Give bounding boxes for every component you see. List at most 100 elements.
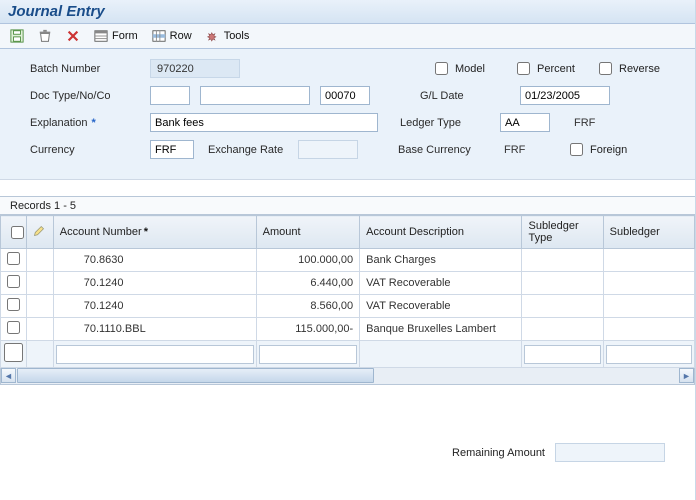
col-amount[interactable]: Amount [256,216,359,249]
row-account-description: VAT Recoverable [360,295,522,318]
tools-menu-label: Tools [224,30,250,42]
currency-input[interactable] [150,140,194,159]
row-account-number[interactable]: 70.1240 [53,272,256,295]
row-amount[interactable]: 8.560,00 [256,295,359,318]
row-subledger[interactable] [603,272,694,295]
model-checkbox-label: Model [455,63,485,75]
table-input-row[interactable] [1,341,695,368]
row-account-number[interactable]: 70.8630 [53,249,256,272]
row-edit-cell [27,318,53,341]
remaining-amount-value [555,443,665,462]
scroll-right-arrow[interactable]: ► [679,368,694,383]
exchange-rate-input[interactable] [298,140,358,159]
form-menu[interactable]: Form [92,28,140,44]
tools-menu[interactable]: Tools [204,28,252,44]
grid-header-row: Account Number* Amount Account Descripti… [1,216,695,249]
ledger-type-display: FRF [568,113,608,132]
ledger-type-label: Ledger Type [400,117,500,129]
row-amount[interactable]: 115.000,00- [256,318,359,341]
model-checkbox[interactable]: Model [431,59,513,78]
col-account-description[interactable]: Account Description [360,216,522,249]
table-row[interactable]: 70.1110.BBL115.000,00-Banque Bruxelles L… [1,318,695,341]
percent-checkbox[interactable]: Percent [513,59,595,78]
exchange-rate-label: Exchange Rate [208,144,298,156]
grid: Records 1 - 5 Account Number* Amount Acc… [0,196,695,385]
input-subledger[interactable] [603,341,694,368]
form-icon [94,29,108,43]
row-edit-cell [27,272,53,295]
row-amount[interactable]: 6.440,00 [256,272,359,295]
cancel-button[interactable] [64,28,82,44]
remaining-amount-label: Remaining Amount [452,447,545,459]
row-edit-cell [27,341,53,368]
doc-co-input[interactable] [320,86,370,105]
row-select[interactable] [1,295,27,318]
base-currency-value: FRF [498,140,538,159]
header-select-all[interactable] [1,216,27,249]
input-subledger-type[interactable] [522,341,603,368]
grid-records-label: Records 1 - 5 [0,196,695,215]
base-currency-label: Base Currency [398,144,498,156]
footer: Remaining Amount [0,443,695,462]
row-select[interactable] [1,249,27,272]
col-subledger[interactable]: Subledger [603,216,694,249]
delete-button[interactable] [36,28,54,44]
row-menu-label: Row [170,30,192,42]
grid-horizontal-scrollbar[interactable]: ◄ ► [0,368,695,385]
scroll-thumb[interactable] [17,368,374,383]
row-subledger[interactable] [603,295,694,318]
row-subledger[interactable] [603,318,694,341]
row-select[interactable] [1,318,27,341]
close-icon [66,29,80,43]
foreign-checkbox-label: Foreign [590,144,627,156]
foreign-checkbox[interactable]: Foreign [566,140,627,159]
toolbar: Form Row Tools [0,24,695,49]
doc-type-label: Doc Type/No/Co [30,90,150,102]
explanation-input[interactable] [150,113,378,132]
col-subledger-type[interactable]: Subledger Type [522,216,603,249]
percent-checkbox-label: Percent [537,63,575,75]
row-icon [152,29,166,43]
scroll-left-arrow[interactable]: ◄ [1,368,16,383]
batch-number-value: 970220 [150,59,240,78]
pencil-icon [33,225,45,237]
row-account-description: VAT Recoverable [360,272,522,295]
currency-label: Currency [30,144,150,156]
row-subledger-type[interactable] [522,295,603,318]
table-row[interactable]: 70.12406.440,00VAT Recoverable [1,272,695,295]
input-account-number[interactable] [53,341,256,368]
input-amount[interactable] [256,341,359,368]
header-form: Batch Number 970220 Model Percent Revers… [0,49,695,180]
row-subledger[interactable] [603,249,694,272]
col-account-number[interactable]: Account Number* [53,216,256,249]
table-row[interactable]: 70.12408.560,00VAT Recoverable [1,295,695,318]
reverse-checkbox-label: Reverse [619,63,660,75]
row-account-number[interactable]: 70.1110.BBL [53,318,256,341]
save-icon [10,29,24,43]
input-account-description [360,341,522,368]
row-account-number[interactable]: 70.1240 [53,295,256,318]
save-button[interactable] [8,28,26,44]
row-account-description: Banque Bruxelles Lambert [360,318,522,341]
row-edit-cell [27,295,53,318]
header-edit-icon[interactable] [27,216,53,249]
row-subledger-type[interactable] [522,249,603,272]
row-subledger-type[interactable] [522,272,603,295]
reverse-checkbox[interactable]: Reverse [595,59,677,78]
page-title: Journal Entry [0,0,695,24]
form-menu-label: Form [112,30,138,42]
doc-no-input[interactable] [200,86,310,105]
ledger-type-input[interactable] [500,113,550,132]
gl-date-input[interactable] [520,86,610,105]
row-menu[interactable]: Row [150,28,194,44]
tools-icon [206,29,220,43]
row-account-description: Bank Charges [360,249,522,272]
row-amount[interactable]: 100.000,00 [256,249,359,272]
row-select[interactable] [1,272,27,295]
doc-type-input[interactable] [150,86,190,105]
table-row[interactable]: 70.8630100.000,00Bank Charges [1,249,695,272]
row-edit-cell [27,249,53,272]
row-select[interactable] [1,341,27,368]
gl-date-label: G/L Date [420,90,520,102]
row-subledger-type[interactable] [522,318,603,341]
